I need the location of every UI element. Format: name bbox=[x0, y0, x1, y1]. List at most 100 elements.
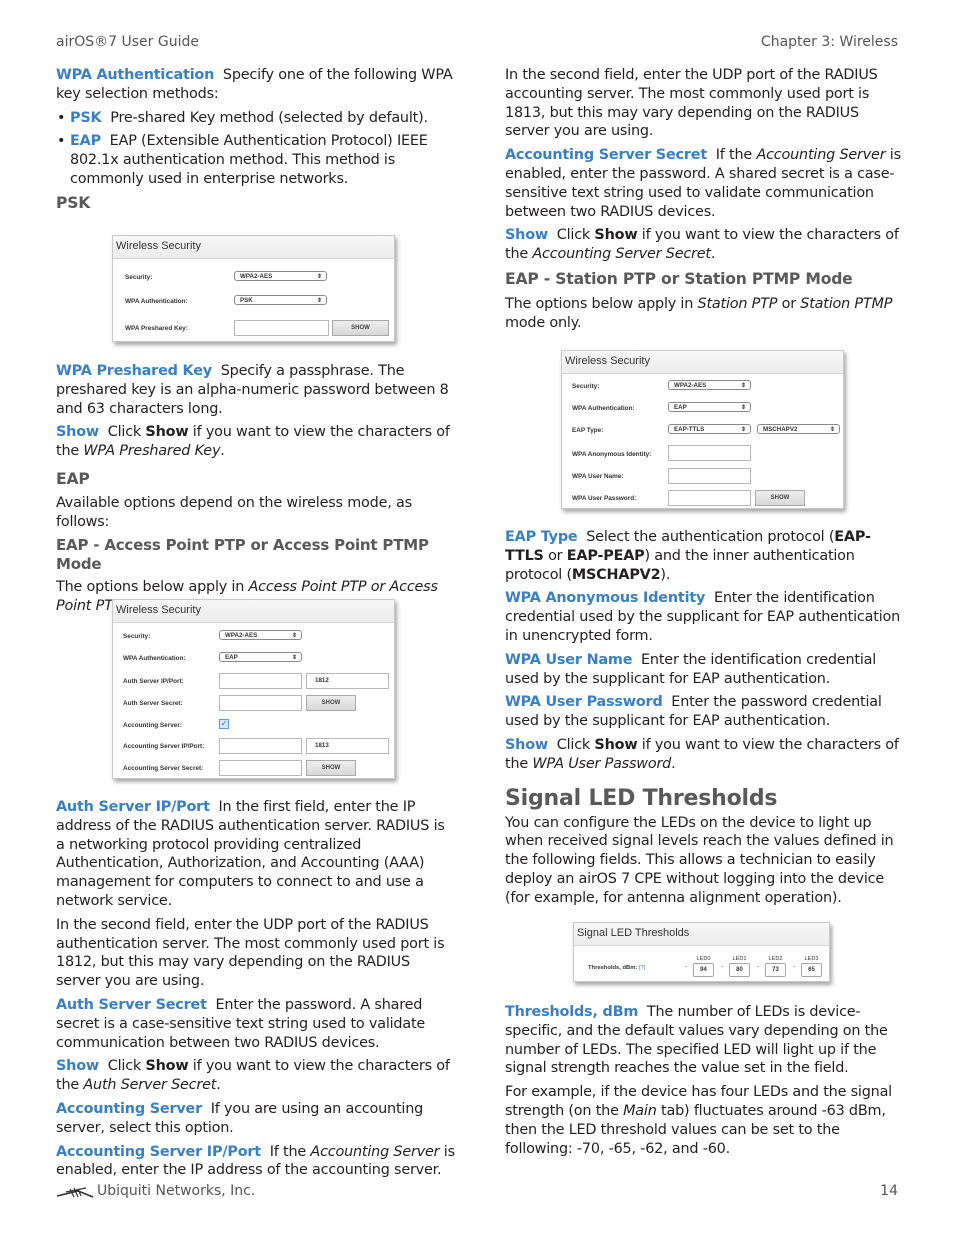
right-column: In the second field, enter the UDP port … bbox=[505, 66, 905, 337]
wpa-authentication-select[interactable]: EAP ⇕ bbox=[668, 402, 751, 412]
updown-arrow-icon: ⇕ bbox=[316, 274, 322, 280]
page-number: 14 bbox=[880, 1183, 898, 1199]
para-text: The options below apply in bbox=[56, 578, 249, 595]
term-wpa-user-password: WPA User Password bbox=[505, 694, 663, 711]
wpa-anonymous-identity-input[interactable] bbox=[668, 445, 751, 461]
accounting-server-secret-input[interactable] bbox=[219, 760, 302, 776]
para-text: Click bbox=[556, 736, 595, 753]
led0-input[interactable]: 94 bbox=[693, 963, 714, 977]
ap-mode-heading: EAP - Access Point PTP or Access Point P… bbox=[56, 536, 429, 574]
wpa-user-password-label: WPA User Password: bbox=[572, 495, 637, 502]
para-text: Click bbox=[107, 424, 146, 441]
eap-type-select[interactable]: EAP-TTLS ⇕ bbox=[668, 424, 751, 434]
auth-server-ip-input[interactable] bbox=[219, 673, 302, 689]
show-button[interactable]: SHOW bbox=[332, 320, 389, 336]
bold-text: Show bbox=[594, 227, 638, 244]
dash: - bbox=[793, 964, 796, 971]
dash: - bbox=[757, 964, 760, 971]
show-password-button[interactable]: SHOW bbox=[755, 490, 805, 506]
accounting-server-port-input[interactable]: 1813 bbox=[306, 738, 389, 754]
help-link[interactable]: [?] bbox=[639, 965, 645, 971]
wpa-authentication-label: WPA Authentication: bbox=[123, 655, 186, 662]
para-text: The options below apply in bbox=[505, 295, 698, 312]
eap-heading: EAP bbox=[56, 469, 90, 488]
wpa-method-list: PSK Pre-shared Key method (selected by d… bbox=[56, 109, 456, 189]
led1-input[interactable]: 80 bbox=[729, 963, 750, 977]
term-eap-type: EAP Type bbox=[505, 529, 578, 545]
example-para: For example, if the device has four LEDs… bbox=[505, 1083, 905, 1158]
select-value: EAP bbox=[674, 404, 687, 411]
select-value: PSK bbox=[240, 297, 253, 304]
anonymous-identity-para: WPA Anonymous Identity Enter the identif… bbox=[505, 589, 905, 645]
show-para: Show Click Show if you want to view the … bbox=[56, 423, 456, 461]
wpa-user-name-label: WPA User Name: bbox=[572, 473, 624, 480]
security-select[interactable]: WPA2-AES ⇕ bbox=[219, 630, 302, 640]
eap-type-para: EAP Type Select the authentication proto… bbox=[505, 528, 905, 584]
wpa-authentication-select[interactable]: PSK ⇕ bbox=[234, 295, 327, 305]
ubiquiti-logo-icon bbox=[56, 1183, 94, 1202]
led2-input[interactable]: 73 bbox=[765, 963, 786, 977]
show-accounting-secret-button[interactable]: SHOW bbox=[306, 760, 356, 776]
panel-title: Wireless Security bbox=[113, 600, 394, 623]
italic-text: Accounting Server bbox=[756, 147, 886, 164]
bold-text: MSCHAPV2 bbox=[571, 566, 661, 583]
auth-port-para: In the second field, enter the UDP port … bbox=[56, 916, 445, 990]
updown-arrow-icon: ⇕ bbox=[740, 427, 746, 433]
updown-arrow-icon: ⇕ bbox=[291, 655, 297, 661]
accounting-server-ip-port-label: Accounting Server IP/Port: bbox=[123, 743, 205, 750]
term-show: Show bbox=[505, 736, 548, 753]
italic-text: Accounting Server bbox=[310, 1143, 440, 1160]
para-text: Click bbox=[107, 1058, 146, 1075]
updown-arrow-icon: ⇕ bbox=[740, 383, 746, 389]
show-auth-secret-button[interactable]: SHOW bbox=[306, 695, 356, 711]
signal-led-thresholds-panel: Signal LED Thresholds Thresholds, dBm: [… bbox=[573, 922, 830, 982]
para-text: . bbox=[710, 246, 716, 263]
italic-text: Station PTP bbox=[697, 295, 778, 312]
para-text: ). bbox=[660, 566, 671, 583]
user-password-para: WPA User Password Enter the password cre… bbox=[505, 693, 905, 731]
wpa-authentication-select[interactable]: EAP ⇕ bbox=[219, 652, 302, 662]
wpa-user-password-input[interactable] bbox=[668, 490, 751, 506]
italic-text: Accounting Server Secret bbox=[532, 246, 711, 263]
wpa-preshared-key-input[interactable] bbox=[234, 320, 329, 336]
show-para: Show Click Show if you want to view the … bbox=[56, 1057, 456, 1095]
station-wireless-security-panel: Wireless Security Security: WPA2-AES ⇕ WP… bbox=[561, 350, 844, 509]
para-text: Click bbox=[556, 227, 595, 244]
term-auth-server-secret: Auth Server Secret bbox=[56, 996, 207, 1013]
term-accounting-server: Accounting Server bbox=[56, 1100, 203, 1117]
signal-led-thresholds-heading: Signal LED Thresholds bbox=[505, 785, 778, 811]
security-select[interactable]: WPA2-AES ⇕ bbox=[668, 380, 751, 390]
accounting-server-ip-input[interactable] bbox=[219, 738, 302, 754]
term-show: Show bbox=[56, 424, 99, 441]
dash: - bbox=[685, 964, 688, 971]
term-accounting-server-secret: Accounting Server Secret bbox=[505, 147, 708, 164]
bullet-text: EAP (Extensible Authentication Protocol)… bbox=[70, 133, 428, 187]
eap-type-label: EAP Type: bbox=[572, 427, 604, 434]
accounting-server-para: Accounting Server If you are using an ac… bbox=[56, 1100, 456, 1138]
para-text: mode only. bbox=[505, 314, 582, 331]
right-column-bottom: Thresholds, dBm The number of LEDs is de… bbox=[505, 1003, 905, 1163]
auth-server-secret-input[interactable] bbox=[219, 695, 302, 711]
accounting-secret-para: Accounting Server Secret If the Accounti… bbox=[505, 146, 905, 221]
station-mode-heading: EAP - Station PTP or Station PTMP Mode bbox=[505, 269, 853, 288]
accounting-server-secret-label: Accounting Server Secret: bbox=[123, 765, 204, 772]
para-text: . bbox=[671, 755, 676, 772]
term-accounting-server-ip-port: Accounting Server IP/Port bbox=[56, 1143, 261, 1160]
select-value: WPA2-AES bbox=[240, 273, 273, 280]
wpa-user-name-input[interactable] bbox=[668, 468, 751, 484]
show-para: Show Click Show if you want to view the … bbox=[505, 736, 905, 774]
led3-input[interactable]: 65 bbox=[801, 963, 822, 977]
auth-server-port-input[interactable]: 1812 bbox=[306, 673, 389, 689]
para-text: Select the authentication protocol ( bbox=[586, 529, 835, 545]
ap-wireless-security-panel: Wireless Security Security: WPA2-AES ⇕ WP… bbox=[112, 599, 395, 779]
wpa-anonymous-identity-label: WPA Anonymous Identity: bbox=[572, 451, 652, 458]
accounting-ip-para: Accounting Server IP/Port If the Account… bbox=[56, 1143, 456, 1181]
wpa-authentication-label: WPA Authentication: bbox=[125, 298, 188, 305]
left-column: WPA Authentication Specify one of the fo… bbox=[56, 66, 456, 220]
wpa-authentication-label: WPA Authentication: bbox=[572, 405, 635, 412]
inner-auth-select[interactable]: MSCHAPV2 ⇕ bbox=[757, 424, 840, 434]
updown-arrow-icon: ⇕ bbox=[740, 405, 746, 411]
accounting-server-checkbox[interactable]: ✓ bbox=[219, 719, 229, 729]
security-select[interactable]: WPA2-AES ⇕ bbox=[234, 271, 327, 281]
auth-secret-para: Auth Server Secret Enter the password. A… bbox=[56, 996, 456, 1052]
